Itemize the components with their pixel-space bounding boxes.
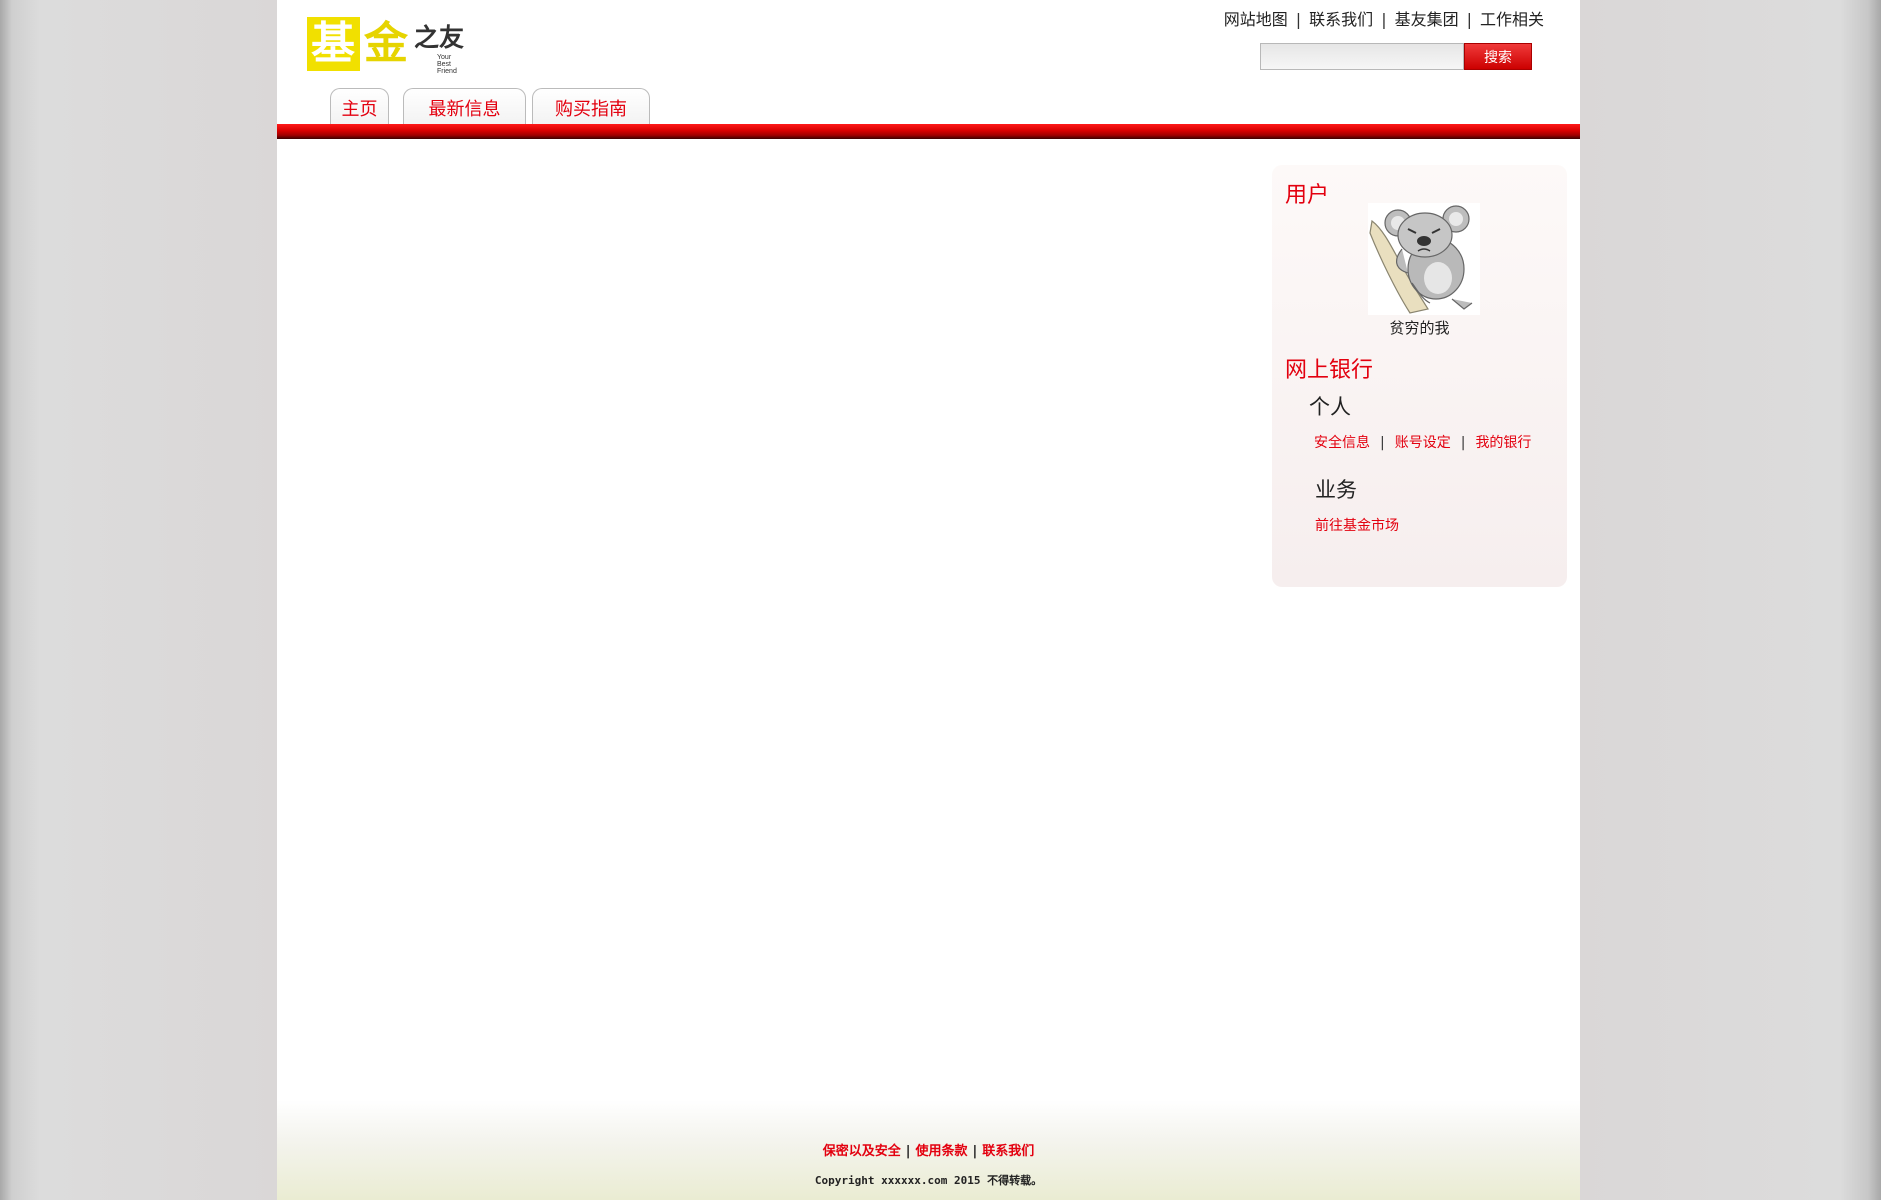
sidebar: 用户 贫穷的我 网上银行 个人 安全信息 | 账号设定 | 我的银行 业务 前往… [1272,165,1567,587]
koala-avatar-icon[interactable] [1368,203,1480,315]
tab-latest-news[interactable]: 最新信息 [403,88,526,124]
fund-market-link[interactable]: 前往基金市场 [1315,515,1399,535]
nav-divider-bar [277,124,1580,139]
separator: | [905,1144,911,1159]
top-link-jobs[interactable]: 工作相关 [1480,10,1544,29]
personal-heading: 个人 [1309,395,1351,419]
privacy-security-link[interactable]: 保密以及安全 [823,1144,901,1159]
top-link-group[interactable]: 基友集团 [1395,10,1459,29]
footer-links: 保密以及安全 | 使用条款 | 联系我们 [277,1140,1580,1159]
search-input[interactable] [1260,43,1464,70]
separator: | [1466,10,1472,29]
top-link-contact[interactable]: 联系我们 [1309,10,1373,29]
search-bar: 搜索 [1260,43,1532,70]
site-logo[interactable]: 基 金 之友 Your Best Friend [307,17,467,75]
security-info-link[interactable]: 安全信息 [1314,435,1370,451]
user-heading: 用户 [1285,183,1330,208]
terms-of-use-link[interactable]: 使用条款 [915,1144,967,1159]
logo-char-1: 基 [311,18,355,69]
online-bank-heading: 网上银行 [1285,358,1374,383]
separator: | [972,1144,978,1159]
footer: 保密以及安全 | 使用条款 | 联系我们 Copyright xxxxxx.com 20… [277,1100,1580,1200]
separator: | [1381,10,1387,29]
tab-home[interactable]: 主页 [330,88,389,124]
logo-suffix: 之友 [414,23,465,52]
username: 贫穷的我 [1389,319,1450,337]
search-button[interactable]: 搜索 [1464,43,1532,70]
top-links: 网站地图 | 联系我们 | 基友集团 | 工作相关 [1224,6,1544,30]
logo-char-2: 金 [364,18,408,69]
separator: | [1460,435,1466,451]
personal-links: 安全信息 | 账号设定 | 我的银行 [1314,432,1531,452]
business-heading: 业务 [1315,478,1357,502]
separator: | [1295,10,1302,29]
my-bank-link[interactable]: 我的银行 [1475,435,1531,451]
tab-buying-guide[interactable]: 购买指南 [532,88,650,124]
separator: | [1380,435,1385,451]
top-link-sitemap[interactable]: 网站地图 [1224,10,1288,29]
logo-tagline: Your Best Friend [437,54,457,75]
copyright-text: Copyright xxxxxx.com 2015 不得转载。 [814,1174,1043,1187]
account-settings-link[interactable]: 账号设定 [1395,435,1451,451]
footer-contact-link[interactable]: 联系我们 [982,1144,1034,1159]
page-container: 基 金 之友 Your Best Friend 网站地图 | 联系我们 | 基友集团 | 工… [277,0,1580,1200]
